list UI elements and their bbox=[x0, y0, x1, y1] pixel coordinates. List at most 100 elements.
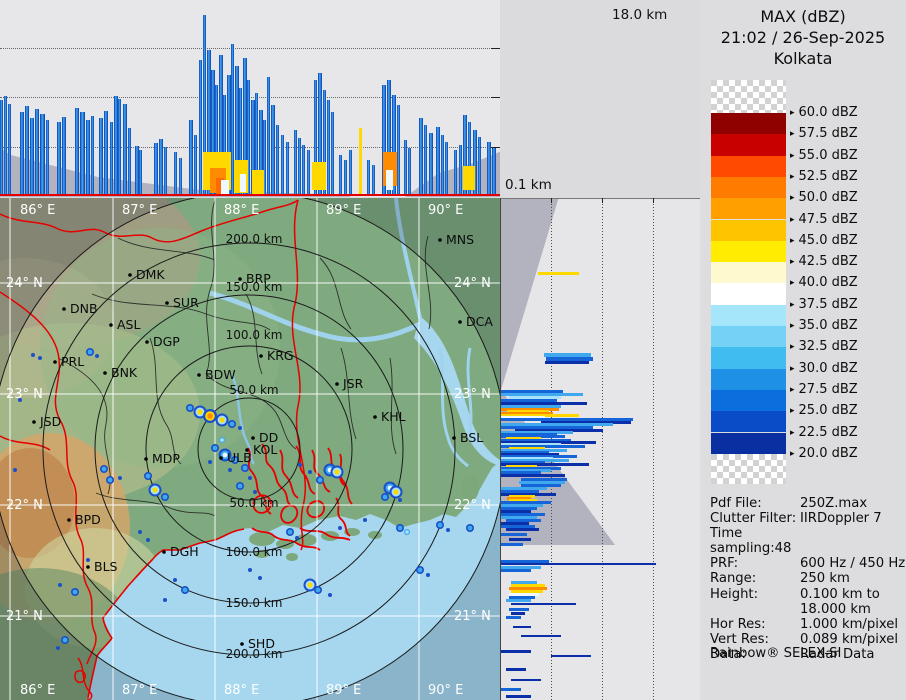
echo-cell bbox=[467, 525, 473, 531]
axis-tick bbox=[602, 198, 603, 203]
echo-column bbox=[25, 106, 29, 196]
echo-row bbox=[545, 361, 589, 364]
geo-label: 89° E bbox=[326, 683, 361, 698]
side-height-cross-section bbox=[500, 198, 701, 700]
legend-band bbox=[711, 326, 786, 348]
echo-row bbox=[506, 695, 531, 698]
echo-cell bbox=[298, 463, 302, 467]
echo-column bbox=[75, 108, 79, 196]
legend-band bbox=[711, 262, 786, 284]
echo-column bbox=[110, 122, 113, 196]
echo-cell bbox=[87, 349, 93, 355]
city-label: KRG bbox=[267, 348, 294, 363]
product-title-block: MAX (dBZ) 21:02 / 26-Sep-2025 Kolkata bbox=[700, 6, 906, 69]
echo-cell bbox=[405, 530, 409, 534]
echo-column bbox=[344, 160, 347, 196]
radar-map: 200.0 km 150.0 km 100.0 km 50.0 km 50.0 km 10… bbox=[0, 168, 507, 700]
axis-tick bbox=[491, 48, 500, 49]
echo-cell bbox=[138, 530, 142, 534]
scale-arrow-icon: ▸ bbox=[790, 278, 795, 289]
echo-column bbox=[57, 122, 61, 196]
echo-column bbox=[62, 117, 66, 196]
legend-scale-label: ▸ 22.5 dBZ bbox=[790, 425, 858, 440]
echo-cell bbox=[72, 589, 78, 595]
echo-cell bbox=[238, 426, 242, 430]
echo-cell bbox=[397, 525, 403, 531]
scale-value: 20.0 dBZ bbox=[798, 445, 858, 461]
echo-cell bbox=[307, 582, 313, 588]
info-row: PRF: 600 Hz / 450 Hz bbox=[710, 556, 905, 571]
echo-cell bbox=[95, 354, 99, 358]
info-label: Range: bbox=[710, 571, 757, 587]
echo-cell bbox=[382, 494, 388, 500]
scale-value: 40.0 dBZ bbox=[798, 275, 858, 291]
echo-row bbox=[511, 612, 525, 615]
geo-label: 23° N bbox=[454, 387, 491, 402]
info-value: 250Z.max bbox=[800, 496, 868, 511]
geo-label: 24° N bbox=[454, 276, 491, 291]
legend-scale-label: ▸ 30.0 dBZ bbox=[790, 361, 858, 376]
scale-arrow-icon: ▸ bbox=[790, 363, 795, 374]
city-dot bbox=[458, 320, 462, 324]
panel-border bbox=[501, 198, 701, 199]
axis-tick bbox=[491, 147, 500, 148]
echo-column bbox=[91, 116, 94, 196]
echo-column bbox=[40, 114, 45, 196]
echo-cell bbox=[182, 587, 188, 593]
scale-value: 30.0 dBZ bbox=[798, 360, 858, 376]
product-station: Kolkata bbox=[773, 49, 833, 68]
city-dot bbox=[109, 323, 113, 327]
echo-column bbox=[154, 143, 158, 196]
info-label: Vert Res: bbox=[710, 631, 769, 647]
echo-column bbox=[459, 145, 462, 196]
city-dot bbox=[86, 565, 90, 569]
echo-cell bbox=[152, 487, 158, 493]
echo-column bbox=[436, 127, 440, 196]
city-label: MNS bbox=[446, 232, 474, 247]
city-label: KHL bbox=[381, 409, 406, 424]
info-label: Clutter Filter: bbox=[710, 511, 797, 527]
city-label: BPD bbox=[75, 512, 101, 527]
scale-value: 35.0 dBZ bbox=[798, 318, 858, 333]
echo-cell bbox=[237, 483, 243, 489]
echo-cell bbox=[56, 646, 60, 650]
echo-core-segment bbox=[386, 170, 393, 190]
scale-arrow-icon: ▸ bbox=[790, 214, 795, 225]
city-dot bbox=[32, 420, 36, 424]
scale-arrow-icon: ▸ bbox=[790, 235, 795, 246]
geo-label: 23° N bbox=[6, 387, 43, 402]
info-row: Clutter Filter: IIRDoppler 7 bbox=[710, 511, 905, 526]
dbz-colorbar: ▸ 60.0 dBZ ▸ 57.5 dBZ ▸ 55.0 dBZ ▸ 52.5 dBZ ▸ 50.… bbox=[710, 80, 896, 484]
scale-value: 47.5 dBZ bbox=[798, 211, 858, 227]
echo-column bbox=[349, 150, 352, 196]
echo-cell bbox=[242, 465, 248, 471]
echo-column bbox=[30, 118, 34, 196]
echo-column bbox=[367, 160, 370, 196]
scale-arrow-icon: ▸ bbox=[790, 108, 795, 118]
range-label: 50.0 km bbox=[229, 383, 278, 397]
range-label: 50.0 km bbox=[229, 496, 278, 510]
legend-scale-label: ▸ 57.5 dBZ bbox=[790, 126, 858, 141]
range-label: 100.0 km bbox=[226, 545, 283, 559]
scale-arrow-icon: ▸ bbox=[790, 384, 795, 395]
legend-scale-label: ▸ 50.0 dBZ bbox=[790, 190, 858, 205]
city-dot bbox=[162, 550, 166, 554]
echo-row bbox=[521, 635, 561, 637]
info-row: Hor Res: 1.000 km/pixel bbox=[710, 617, 905, 632]
info-label: Height: bbox=[710, 586, 759, 602]
echo-column bbox=[445, 142, 448, 196]
echo-cell bbox=[398, 498, 402, 502]
echo-core-segment bbox=[312, 162, 326, 190]
city-label: SUR bbox=[173, 295, 199, 310]
height-min-label: 0.1 km bbox=[505, 177, 552, 193]
echo-column bbox=[123, 104, 127, 196]
scale-arrow-icon: ▸ bbox=[790, 406, 795, 417]
city-dot bbox=[103, 371, 107, 375]
legend-band bbox=[711, 432, 786, 454]
legend-band bbox=[711, 283, 786, 305]
geo-label: 22° N bbox=[454, 498, 491, 513]
echo-column bbox=[86, 120, 90, 196]
scale-value: 52.5 dBZ bbox=[798, 168, 858, 184]
echo-column bbox=[339, 155, 342, 196]
echo-cell bbox=[363, 518, 367, 522]
